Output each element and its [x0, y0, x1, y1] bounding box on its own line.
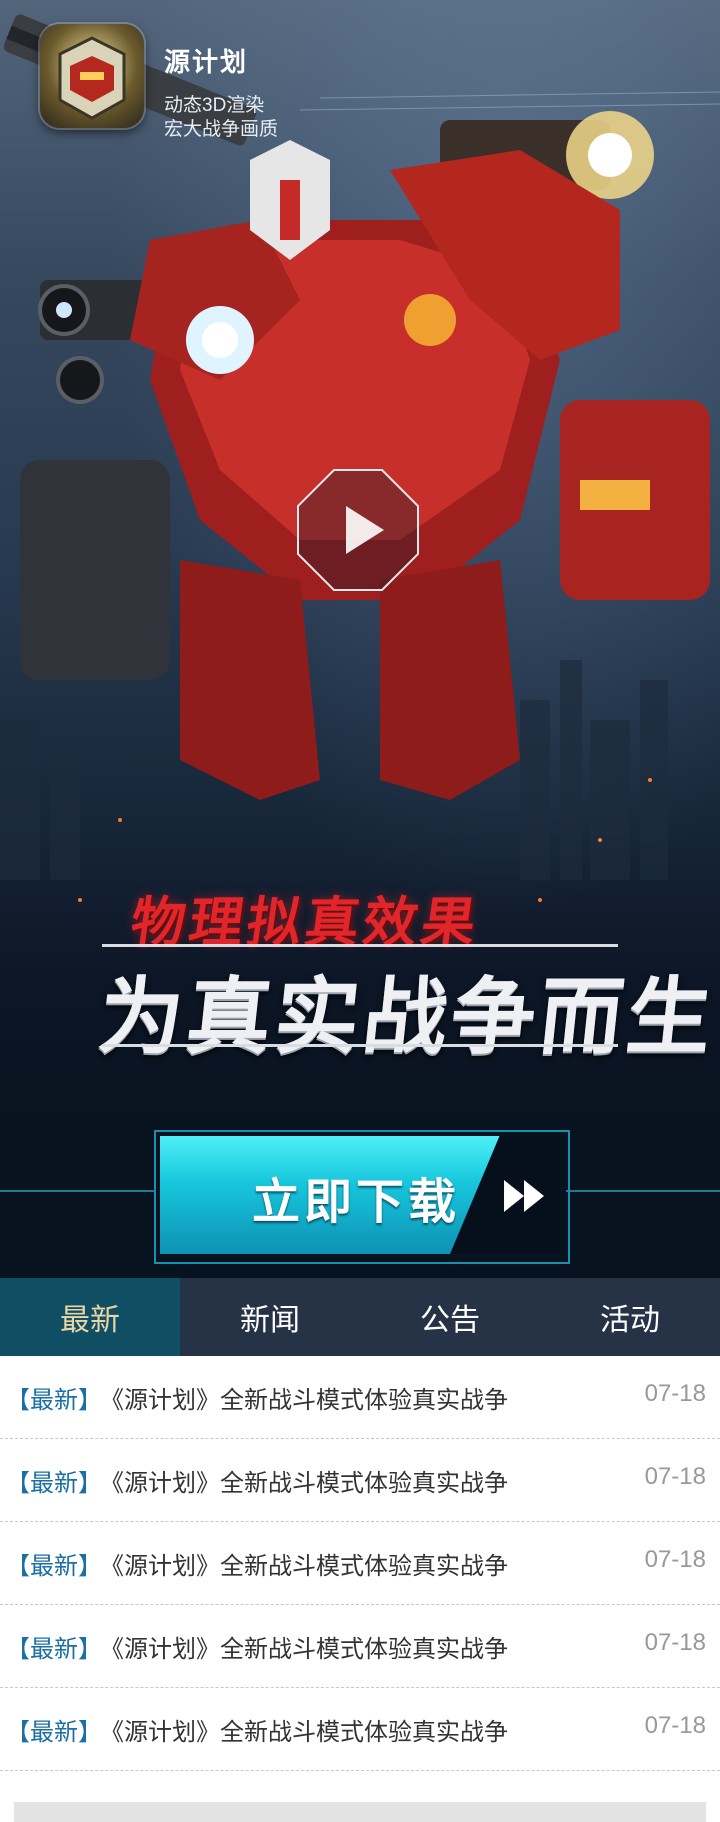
list-item[interactable]: 【最新】 《源计划》全新战斗模式体验真实战争 07-18	[0, 1605, 720, 1688]
fast-forward-icon	[504, 1180, 544, 1212]
list-item[interactable]: 【最新】 《源计划》全新战斗模式体验真实战争 07-18	[0, 1356, 720, 1439]
tab-news[interactable]: 新闻	[180, 1278, 360, 1356]
news-date: 07-18	[644, 1380, 706, 1407]
news-list: 【最新】 《源计划》全新战斗模式体验真实战争 07-18 【最新】 《源计划》全…	[0, 1356, 720, 1822]
news-tag: 【最新】	[6, 1636, 102, 1663]
news-tag: 【最新】	[6, 1719, 102, 1746]
tab-announcements[interactable]: 公告	[360, 1278, 540, 1356]
news-date: 07-18	[644, 1629, 706, 1656]
list-item[interactable]: 【最新】 《源计划》全新战斗模式体验真实战争 07-18	[0, 1439, 720, 1522]
app-header: 源计划 动态3D渲染 宏大战争画质	[40, 24, 370, 140]
news-date: 07-18	[644, 1712, 706, 1739]
hero-banner: 源计划 动态3D渲染 宏大战争画质 物理拟真效果 为真实战争而生	[0, 0, 720, 1110]
news-title[interactable]: 《源计划》全新战斗模式体验真实战争	[100, 1463, 508, 1498]
app-tagline-line2: 宏大战争画质	[164, 119, 279, 140]
robot-head-icon	[58, 36, 126, 120]
download-section: 立即下载	[0, 1110, 720, 1278]
slogan-rule-top	[102, 944, 618, 947]
play-icon	[297, 469, 419, 591]
news-title[interactable]: 《源计划》全新战斗模式体验真实战争	[100, 1546, 508, 1581]
news-tag: 【最新】	[6, 1387, 102, 1414]
download-line-left	[0, 1190, 154, 1192]
video-play-button[interactable]	[294, 466, 422, 594]
download-button[interactable]: 立即下载	[160, 1136, 560, 1254]
news-date: 07-18	[644, 1546, 706, 1573]
app-tagline-line1: 动态3D渲染	[164, 95, 265, 116]
news-title[interactable]: 《源计划》全新战斗模式体验真实战争	[100, 1380, 508, 1415]
tab-latest[interactable]: 最新	[0, 1278, 180, 1356]
download-line-right	[566, 1190, 720, 1192]
news-tabs: 最新 新闻 公告 活动	[0, 1278, 720, 1356]
news-date: 07-18	[644, 1463, 706, 1490]
app-name: 源计划	[164, 47, 249, 77]
slogan-rule-bottom	[102, 1044, 618, 1047]
news-tag: 【最新】	[6, 1470, 102, 1497]
list-item[interactable]: 【最新】 《源计划》全新战斗模式体验真实战争 07-18	[0, 1688, 720, 1771]
more-button-bar[interactable]	[14, 1802, 706, 1822]
news-tag: 【最新】	[6, 1553, 102, 1580]
slogan-title: 为真实战争而生	[94, 970, 720, 1064]
list-item[interactable]: 【最新】 《源计划》全新战斗模式体验真实战争 07-18	[0, 1522, 720, 1605]
news-title[interactable]: 《源计划》全新战斗模式体验真实战争	[100, 1712, 508, 1747]
app-tagline: 动态3D渲染 宏大战争画质	[164, 94, 278, 142]
app-icon[interactable]	[40, 24, 144, 128]
news-title[interactable]: 《源计划》全新战斗模式体验真实战争	[100, 1629, 508, 1664]
download-label: 立即下载	[252, 1176, 461, 1229]
tab-events[interactable]: 活动	[540, 1278, 720, 1356]
page: 源计划 动态3D渲染 宏大战争画质 物理拟真效果 为真实战争而生 立即下载 最新…	[0, 0, 720, 1822]
